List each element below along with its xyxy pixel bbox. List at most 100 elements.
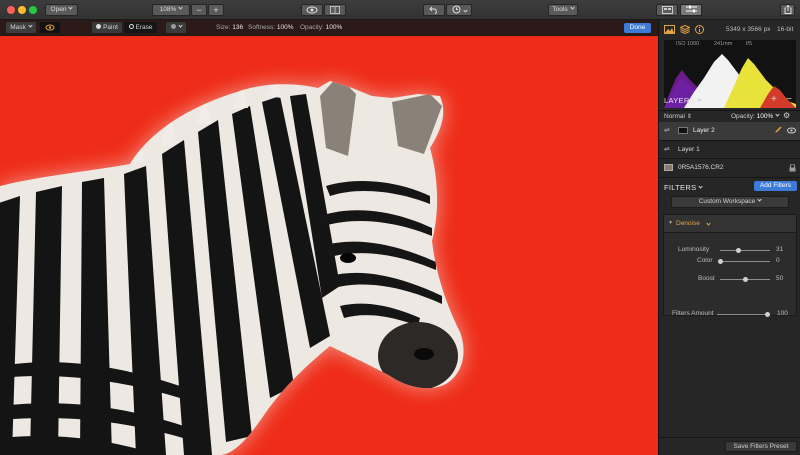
focal-length: 241mm — [714, 41, 733, 47]
erase-icon — [128, 24, 134, 29]
compare-button[interactable] — [324, 4, 346, 16]
tools-button-label: Tools — [552, 6, 568, 13]
info-icon[interactable] — [695, 25, 704, 34]
lock-icon — [789, 164, 796, 172]
image-thumb-icon — [664, 164, 673, 171]
size-value: 136 — [232, 24, 244, 31]
share-icon — [784, 4, 791, 14]
sliders-icon — [685, 5, 697, 13]
title-bar: Open 108% − + Tools — [0, 0, 800, 20]
divider — [659, 177, 800, 178]
opacity-value: 100% — [325, 24, 343, 31]
layer-row-layer-1[interactable]: ⇌ Layer 1 — [659, 140, 800, 158]
open-button[interactable]: Open — [45, 4, 78, 16]
layer-settings-gear-icon[interactable]: ⚙ — [783, 111, 790, 120]
layout-icon — [661, 6, 673, 14]
bit-depth: 16-bit — [777, 26, 794, 33]
filters-amount-label: Filters Amount — [672, 310, 714, 317]
tools-button[interactable]: Tools — [548, 4, 578, 16]
mask-dropdown[interactable]: Mask — [6, 22, 36, 33]
layer-opacity-label: Opacity: — [731, 113, 755, 120]
right-panel: 5349 x 3566 px 16-bit ISO 1000 241mm f/5… — [658, 20, 800, 455]
preview-button[interactable] — [301, 4, 323, 16]
softness-value: 100% — [276, 24, 294, 31]
brush-icon[interactable] — [773, 126, 782, 135]
chevron-down-icon — [178, 5, 183, 10]
filters-amount-slider-track[interactable] — [717, 314, 769, 315]
remove-layer-button[interactable]: − — [786, 94, 792, 105]
split-view-icon — [330, 6, 340, 14]
chevron-down-icon — [698, 184, 704, 189]
image-canvas[interactable] — [0, 36, 658, 455]
slider-label: Color — [697, 257, 713, 264]
chevron-down-icon — [697, 97, 702, 102]
denoise-filter-panel: ▼ Denoise Luminosity 31 Color 0 Boost 50 — [663, 214, 797, 316]
adjust-icon: ⇌ — [664, 127, 670, 134]
slider-label: Boost — [698, 275, 715, 282]
aperture: f/5 — [746, 41, 753, 47]
brush-opacity[interactable]: Opacity: 100% — [300, 23, 342, 33]
filters-header[interactable]: FILTERS — [664, 183, 704, 192]
divider — [659, 437, 800, 438]
layer-row-raw[interactable]: 0R5A1576.CR2 — [659, 158, 800, 176]
opacity-label: Opacity: — [300, 24, 324, 31]
erase-button[interactable]: Erase — [124, 22, 157, 33]
brush-softness[interactable]: Softness: 100% — [248, 23, 294, 33]
luminosity-slider-knob[interactable] — [736, 248, 741, 253]
brush-size[interactable]: Size: 136 — [216, 23, 243, 33]
zoom-window-button[interactable] — [29, 6, 37, 14]
zoom-out-button[interactable]: − — [191, 4, 207, 16]
chevron-down-icon — [775, 112, 780, 117]
history-button[interactable] — [446, 4, 472, 16]
undo-button[interactable] — [423, 4, 445, 16]
add-filters-button[interactable]: Add Filters — [754, 181, 797, 191]
layer-name: 0R5A1576.CR2 — [678, 164, 724, 171]
paint-icon — [96, 24, 102, 29]
chevron-down-icon — [757, 197, 762, 202]
paint-label: Paint — [103, 24, 118, 31]
panel-layout-button[interactable] — [656, 4, 678, 16]
image-info-icon[interactable] — [664, 25, 675, 34]
minimize-window-button[interactable] — [18, 6, 26, 14]
paint-button[interactable]: Paint — [92, 22, 122, 33]
done-button[interactable]: Done — [624, 23, 651, 33]
undo-icon — [429, 6, 437, 15]
info-header: 5349 x 3566 px 16-bit — [659, 20, 800, 38]
luminosity-slider-track[interactable] — [720, 250, 770, 251]
share-button[interactable] — [780, 4, 795, 16]
layers-header[interactable]: LAYERS — [664, 96, 702, 105]
updown-icon: ⇕ — [686, 114, 692, 120]
chevron-down-icon — [706, 221, 711, 226]
blend-mode-dropdown[interactable]: Normal ⇕ — [664, 113, 692, 120]
eye-icon[interactable] — [787, 127, 796, 134]
zoom-in-icon: + — [213, 5, 219, 15]
filter-name: Denoise — [676, 220, 700, 227]
color-slider-track[interactable] — [720, 261, 770, 262]
save-filters-preset-button[interactable]: Save Filters Preset — [725, 441, 797, 452]
zoom-value: 108% — [159, 6, 177, 13]
chevron-down-icon — [68, 5, 74, 10]
mask-visibility-toggle[interactable] — [40, 22, 60, 33]
layers-stack-icon[interactable] — [680, 25, 690, 34]
clock-icon — [452, 5, 460, 14]
blend-mode-value: Normal — [664, 113, 685, 120]
boost-slider-knob[interactable] — [743, 277, 748, 282]
zoom-in-button[interactable]: + — [208, 4, 224, 16]
zebra-photo — [0, 81, 464, 455]
chevron-down-icon — [177, 23, 183, 28]
slider-value: 31 — [776, 246, 784, 253]
layer-opacity[interactable]: Opacity: 100% — [731, 112, 780, 120]
layers-title: LAYERS — [664, 96, 695, 105]
close-window-button[interactable] — [7, 6, 15, 14]
denoise-filter-header[interactable]: ▼ Denoise — [664, 215, 796, 233]
adjustments-button[interactable] — [680, 4, 702, 16]
filters-amount-slider-knob[interactable] — [765, 312, 770, 317]
iso-value: ISO 1000 — [676, 41, 700, 47]
workspace-dropdown[interactable]: Custom Workspace — [671, 196, 789, 208]
brush-options-dropdown[interactable] — [166, 22, 186, 33]
layer-row-layer-2[interactable]: ⇌ Layer 2 — [659, 122, 800, 140]
add-layer-button[interactable]: + — [771, 94, 777, 105]
zoom-dropdown[interactable]: 108% — [152, 4, 190, 16]
filters-title: FILTERS — [664, 183, 697, 192]
color-slider-knob[interactable] — [718, 259, 723, 264]
